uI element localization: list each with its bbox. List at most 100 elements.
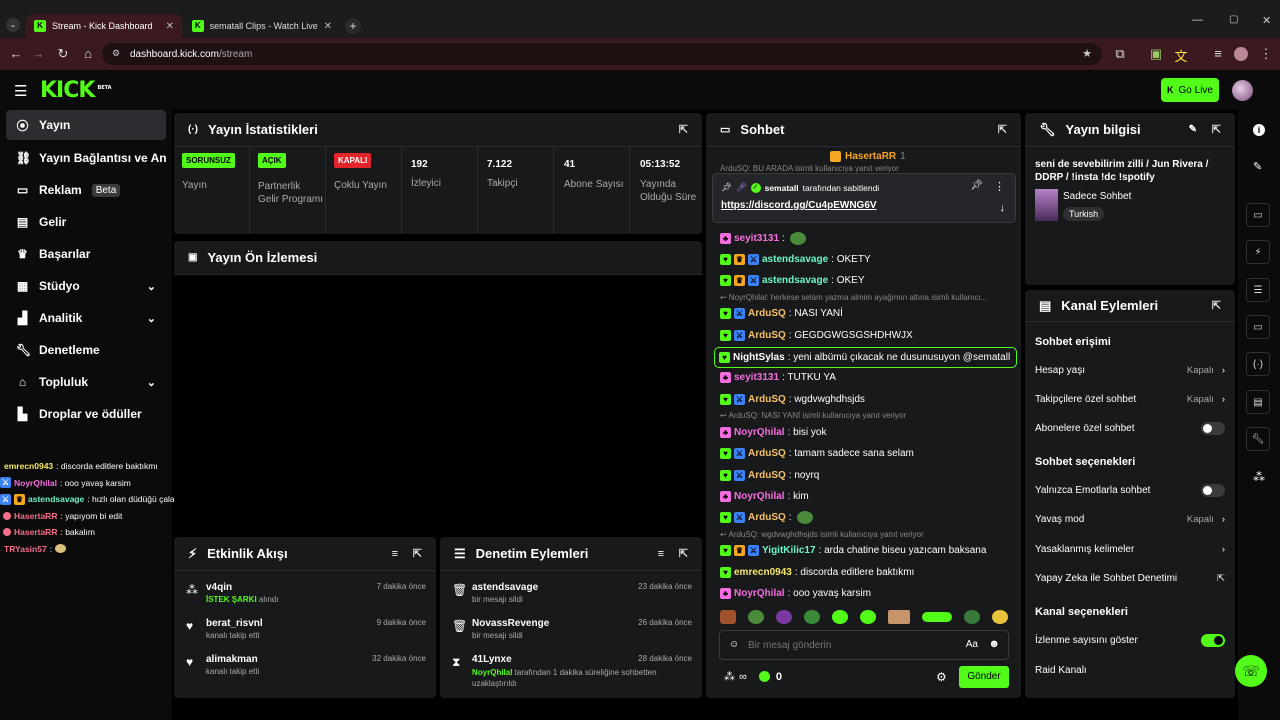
minimize-window-icon[interactable]: — (1192, 14, 1203, 26)
sidebar-item-stream[interactable]: ⦿ Yayın (6, 110, 166, 140)
sidebar-item-achievements[interactable]: ♛ Başarılar (6, 239, 166, 269)
emote-icon[interactable] (922, 612, 952, 622)
sidebar-item-analytics[interactable]: ▟ Analitik ⌄ (6, 303, 166, 333)
maximize-window-icon[interactable]: ▢ (1229, 14, 1238, 25)
popout-icon[interactable]: ⇱ (679, 123, 688, 136)
kick-points-icon[interactable] (758, 671, 770, 682)
go-live-button[interactable]: K Go Live (1161, 78, 1219, 102)
chat-username[interactable]: NoyrQhilal (734, 427, 785, 438)
rail-actions-icon[interactable]: ▤ (1246, 390, 1270, 414)
emote-icon[interactable] (860, 610, 876, 624)
profile-avatar[interactable] (1234, 47, 1248, 61)
close-tab-icon[interactable]: ✕ (324, 21, 332, 32)
popout-icon[interactable]: ⇱ (998, 123, 1007, 136)
translate-icon[interactable]: 文 (1173, 46, 1189, 65)
chat-username[interactable]: ArduSQ (748, 330, 786, 341)
rail-lightning-icon[interactable]: ⚡︎ (1246, 240, 1270, 264)
emote-picker-icon[interactable]: ☺ (729, 639, 739, 650)
chat-username[interactable]: ArduSQ (748, 308, 786, 319)
edit-pencil-icon[interactable]: ✎ (1189, 124, 1197, 135)
emoji-icon[interactable]: ☻ (988, 638, 1000, 650)
setting-slow-mode[interactable]: Yavaş mod Kapalı › (1035, 509, 1225, 529)
rail-broadcast-icon[interactable]: (·) (1246, 352, 1270, 376)
unpin-icon[interactable]: 📌︎ (970, 180, 983, 191)
chat-username[interactable]: ArduSQ (748, 394, 786, 405)
setting-account-age[interactable]: Hesap yaşı Kapalı › (1035, 360, 1225, 380)
popout-icon[interactable]: ⇱ (413, 547, 422, 560)
edit-pencil-icon[interactable]: ✎ (1253, 160, 1262, 173)
sidebar-item-studio[interactable]: ▦ Stüdyo ⌄ (6, 271, 166, 301)
language-tag[interactable]: Turkish (1063, 207, 1105, 221)
rail-stats-icon[interactable]: ▭ (1246, 203, 1270, 227)
setting-raid-channel[interactable]: Raid Kanalı (1035, 660, 1225, 680)
popout-icon[interactable]: ⇱ (679, 547, 688, 560)
new-tab-button[interactable]: + (345, 18, 361, 34)
translate-icon[interactable]: Aa (966, 639, 978, 650)
info-icon[interactable]: i (1253, 124, 1265, 136)
chat-username[interactable]: emrecn0943 (734, 567, 792, 578)
setting-banned-words[interactable]: Yasaklanmış kelimeler › (1035, 539, 1225, 559)
close-tab-icon[interactable]: ✕ (166, 21, 174, 32)
rail-list-icon[interactable]: ☰ (1246, 278, 1270, 302)
popout-icon[interactable]: ⇱ (1212, 123, 1221, 136)
filter-icon[interactable]: ≡ (658, 548, 664, 560)
community-icon[interactable]: ⁂ (724, 670, 735, 683)
emote-icon[interactable] (832, 610, 848, 624)
menu-dots-icon[interactable]: ⋮ (1258, 46, 1274, 62)
chat-input-box[interactable]: ☺ Aa ☻ (719, 630, 1009, 660)
emote-icon[interactable] (720, 610, 736, 624)
playlist-icon[interactable]: ≡ (1210, 46, 1226, 61)
emote-icon[interactable] (804, 610, 820, 624)
reload-icon[interactable]: ↻ (55, 46, 71, 62)
forward-icon[interactable]: → (30, 46, 46, 61)
chat-username[interactable]: NoyrQhilal (734, 588, 785, 599)
chat-username[interactable]: ArduSQ (748, 470, 786, 481)
chat-username[interactable]: YigitKilic17 (762, 545, 816, 556)
chat-username[interactable]: astendsavage (762, 254, 828, 265)
rail-community-icon[interactable]: ⁂ (1253, 470, 1265, 484)
browser-tab-dashboard[interactable]: K Stream - Kick Dashboard ✕ (26, 14, 182, 38)
sidebar-item-moderation[interactable]: 🔧︎ Denetleme (6, 335, 166, 365)
sidebar-item-stream-key[interactable]: ⛓ Yayın Bağlantısı ve Anahtarı (6, 143, 166, 173)
subscribers-only-toggle[interactable] (1201, 421, 1225, 435)
pinned-link[interactable]: https://discord.gg/Cu4pEWNG6V (721, 200, 877, 211)
home-icon[interactable]: ⌂ (80, 46, 96, 61)
tab-search-button[interactable]: ⌄ (6, 18, 20, 32)
address-bar[interactable]: ⚙ dashboard.kick.com/stream ★ (102, 43, 1102, 65)
show-viewcount-toggle[interactable] (1201, 633, 1225, 647)
more-options-icon[interactable]: ⋮ (994, 180, 1005, 193)
filter-icon[interactable]: ≡ (392, 548, 398, 560)
support-chat-button[interactable]: ☏ (1235, 655, 1267, 687)
sidebar-item-revenue[interactable]: ▤ Gelir (6, 207, 166, 237)
setting-ai-moderation[interactable]: Yapay Zeka ile Sohbet Denetimi ⇱ (1035, 568, 1225, 588)
extension-icon[interactable]: ▣ (1148, 46, 1164, 62)
chat-username[interactable]: astendsavage (762, 275, 828, 286)
send-button[interactable]: Gönder (959, 666, 1009, 688)
emote-icon[interactable] (992, 610, 1008, 624)
emote-icon[interactable] (776, 610, 792, 624)
browser-tab-clips[interactable]: K sematall Clips - Watch Live on Kick ✕ (184, 14, 340, 38)
sidebar-item-drops[interactable]: ▙ Droplar ve ödüller (6, 399, 166, 429)
chat-username[interactable]: seyit3131 (734, 372, 779, 383)
sidebar-item-ads[interactable]: ▭ Reklam Beta (6, 175, 166, 205)
expand-icon[interactable]: ↓ (1000, 202, 1006, 214)
close-window-icon[interactable]: ✕ (1262, 14, 1271, 27)
hamburger-menu-icon[interactable]: ☰ (14, 82, 27, 100)
extension-icon[interactable]: ⧉ (1112, 46, 1128, 62)
back-icon[interactable]: ← (8, 46, 24, 61)
bookmark-star-icon[interactable]: ★ (1082, 47, 1092, 60)
emote-only-toggle[interactable] (1201, 483, 1225, 497)
emote-icon[interactable] (748, 610, 764, 624)
user-avatar[interactable] (1232, 80, 1253, 101)
rail-wrench-icon[interactable]: 🔧︎ (1246, 427, 1270, 451)
category-name[interactable]: Sadece Sohbet (1063, 191, 1131, 202)
sidebar-item-community[interactable]: ⌂ Topluluk ⌄ (6, 367, 166, 397)
kick-logo[interactable]: KICK BETA (40, 78, 112, 103)
chat-username[interactable]: NightSylas (733, 352, 785, 363)
emote-icon[interactable] (888, 610, 910, 624)
settings-gear-icon[interactable]: ⚙ (936, 670, 947, 684)
setting-followers-only[interactable]: Takipçilere özel sohbet Kapalı › (1035, 389, 1225, 409)
emote-icon[interactable] (964, 610, 980, 624)
chat-input[interactable] (748, 637, 948, 653)
site-info-icon[interactable]: ⚙ (112, 48, 120, 59)
